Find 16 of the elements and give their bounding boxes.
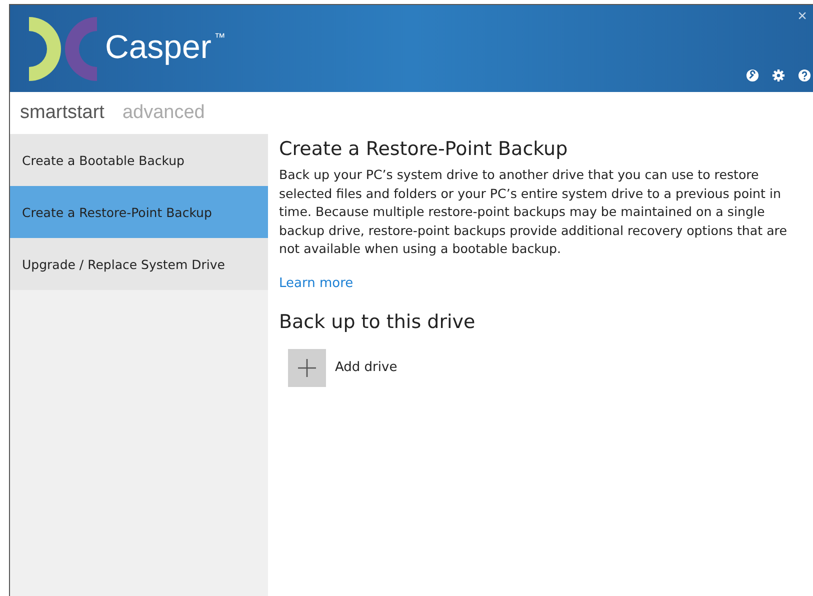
add-drive-label: Add drive [335, 360, 398, 375]
sidebar-item[interactable]: Create a Bootable Backup [10, 134, 268, 186]
mode-tab[interactable]: smartstart [20, 102, 104, 124]
help-icon[interactable] [798, 69, 811, 82]
plus-icon [298, 358, 316, 376]
close-button[interactable]: × [796, 9, 809, 25]
app-name: Casper$^{™}$ [105, 28, 226, 66]
logo-icon [27, 14, 99, 82]
settings-icon[interactable] [772, 69, 785, 82]
learn-more-link[interactable]: Learn more [279, 276, 354, 290]
sidebar-item[interactable]: Upgrade / Replace System Drive [10, 238, 268, 290]
page-title: Create a Restore-Point Backup [279, 138, 569, 160]
section-title: Back up to this drive [279, 310, 476, 332]
add-drive-button[interactable] [288, 348, 326, 386]
sidebar-item[interactable]: Create a Restore-Point Backup [10, 186, 268, 238]
description-text: Back up your PC’s system drive to another drive that you can use to restore selected files and folders or your PC’s entire system drive to a previous point in time. Because multiple restore-point backups may be maintained on a single backup drive, restore-point backups provide additional recovery options that are not available when using a bootable backup. [279, 166, 788, 258]
